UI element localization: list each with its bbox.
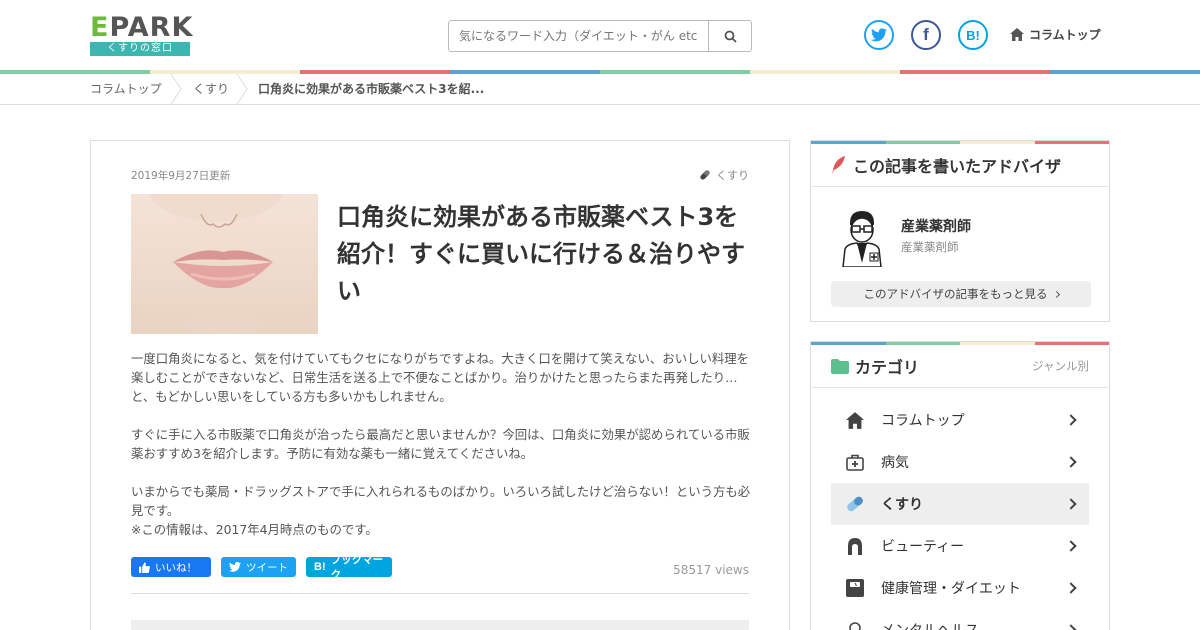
intro-paragraph: いまからでも薬局・ドラッグストアで手に入れられるものばかり。いろいろ試したけど治… [131, 484, 751, 518]
breadcrumb-item-column-top[interactable]: コラムトップ [90, 74, 162, 104]
home-icon [846, 411, 864, 429]
advisor-role: 産業薬剤師 [901, 240, 959, 254]
folder-icon [831, 358, 849, 374]
category-label: くすり [881, 497, 923, 513]
breadcrumb-separator-icon [236, 74, 248, 104]
facebook-icon: f [923, 25, 929, 44]
scale-icon [846, 579, 864, 597]
article-title: 口角炎に効果がある市販薬ベスト3を紹介！すぐに買いに行ける＆治りやすい [337, 203, 745, 305]
chevron-right-icon [1065, 624, 1077, 630]
search-input[interactable] [449, 21, 708, 51]
article-tag-label: くすり [716, 169, 749, 182]
hatena-icon: B! [314, 561, 326, 573]
category-label: 健康管理・ダイエット [881, 581, 1021, 597]
chevron-right-icon [1065, 456, 1077, 468]
advisor-panel-heading: この記事を書いたアドバイザ [811, 144, 1109, 187]
category-label: 病気 [881, 455, 909, 471]
tweet-button[interactable]: ツイート [221, 557, 296, 577]
logo-subtitle: くすりの窓口 [90, 42, 190, 56]
category-label: コラムトップ [881, 413, 965, 429]
search-button[interactable] [708, 21, 751, 51]
category-item-medicine[interactable]: くすり [831, 483, 1089, 525]
medical-bag-icon [846, 454, 864, 471]
article-date: 2019年9月27日更新 [131, 170, 231, 182]
facebook-like-button[interactable]: いいね！ [131, 557, 211, 577]
advisor-heading-text: この記事を書いたアドバイザ [853, 157, 1062, 176]
facebook-link[interactable]: f [911, 20, 941, 50]
thumbs-up-icon [139, 561, 150, 573]
twitter-icon [871, 28, 887, 42]
home-icon [1010, 28, 1024, 41]
hatena-bookmark-button[interactable]: B! ブックマーク [306, 554, 392, 581]
pill-icon [847, 496, 863, 512]
bookmark-label: ブックマーク [330, 554, 384, 581]
article-divider [131, 593, 749, 594]
category-item-beauty[interactable]: ビューティー [831, 525, 1089, 567]
article-card: 2019年9月27日更新 くすり 口角炎に効果がある市販薬ベスト3を紹介！すぐに… [90, 140, 790, 630]
hatena-link[interactable]: B! [958, 20, 988, 50]
logo-wordmark: EPARK [90, 12, 194, 43]
article-category-tag[interactable]: くすり [699, 167, 749, 183]
column-top-label: コラムトップ [1029, 28, 1101, 42]
pharmacist-avatar-icon [842, 211, 882, 268]
category-panel: カテゴリ ジャンル別 コラムトップ 病気 くすり ビューティー 健康管理・ダイエ… [810, 341, 1110, 630]
chevron-right-icon [1065, 414, 1077, 426]
breadcrumb-item-medicine[interactable]: くすり [193, 74, 229, 104]
share-buttons: いいね！ ツイート B! ブックマーク [131, 554, 392, 581]
search-icon [724, 30, 737, 43]
article-hero-image [131, 194, 318, 334]
advisor-more-articles-button[interactable]: このアドバイザの記事をもっと見る [831, 281, 1091, 307]
pill-icon [700, 170, 710, 180]
epark-logo[interactable]: EPARK くすりの窓口 [90, 12, 194, 56]
category-label: メンタルヘルス [881, 620, 1067, 630]
category-item-health-diet[interactable]: 健康管理・ダイエット [831, 567, 1089, 609]
category-item-mental-health[interactable]: メンタルヘルス [831, 609, 1089, 630]
intro-paragraph: 一度口角炎になると、気を付けていてもクセになりがちですよね。大きく口を開けて笑え… [131, 351, 750, 404]
column-top-link[interactable]: コラムトップ [1010, 26, 1101, 43]
more-articles-label: このアドバイザの記事をもっと見る [863, 287, 1048, 301]
advisor-panel: この記事を書いたアドバイザ 産業薬剤師 産業薬剤師 このアドバイザの記事をもっと… [810, 140, 1110, 322]
like-label: いいね！ [155, 561, 197, 574]
article-intro: 一度口角炎になると、気を付けていてもクセになりがちですよね。大きく口を開けて笑え… [131, 349, 751, 539]
twitter-link[interactable] [864, 20, 894, 50]
table-of-contents-box [131, 620, 749, 630]
chevron-right-icon [1065, 498, 1077, 510]
category-label: ビューティー [881, 539, 965, 555]
category-genre-label: ジャンル別 [1032, 359, 1089, 373]
head-icon [849, 621, 861, 630]
tweet-label: ツイート [246, 561, 288, 574]
search-bar [448, 20, 752, 52]
advisor-avatar[interactable] [839, 211, 885, 268]
category-item-column-top[interactable]: コラムトップ [831, 399, 1089, 441]
category-panel-heading: カテゴリ ジャンル別 [811, 345, 1109, 388]
chevron-right-icon [1052, 290, 1060, 298]
hair-icon [848, 537, 862, 555]
hatena-icon: B! [966, 27, 980, 43]
advisor-name[interactable]: 産業薬剤師 [901, 216, 971, 236]
intro-paragraph: すぐに手に入る市販薬で口角炎が治ったら最高だと思いませんか？今回は、口角炎に効果… [131, 427, 750, 461]
feather-pen-icon [832, 156, 845, 174]
twitter-icon [229, 562, 241, 572]
panel-color-stripe [811, 141, 1109, 144]
category-item-disease[interactable]: 病気 [831, 441, 1089, 483]
category-heading-text: カテゴリ [855, 358, 920, 377]
view-count: 58517 views [673, 563, 749, 577]
category-list: コラムトップ 病気 くすり ビューティー 健康管理・ダイエット メンタルヘルス [831, 399, 1089, 630]
breadcrumb-item-current: 口角炎に効果がある市販薬ベスト3を紹... [258, 82, 485, 96]
chevron-right-icon [1065, 540, 1077, 552]
panel-color-stripe [811, 342, 1109, 345]
site-header: EPARK くすりの窓口 f B! コラムトップ [0, 0, 1200, 70]
breadcrumb-separator-icon [170, 74, 182, 104]
intro-note: ※この情報は、2017年4月時点のものです。 [131, 522, 378, 537]
chevron-right-icon [1065, 582, 1077, 594]
breadcrumb: コラムトップ くすり 口角炎に効果がある市販薬ベスト3を紹... [0, 74, 1200, 105]
